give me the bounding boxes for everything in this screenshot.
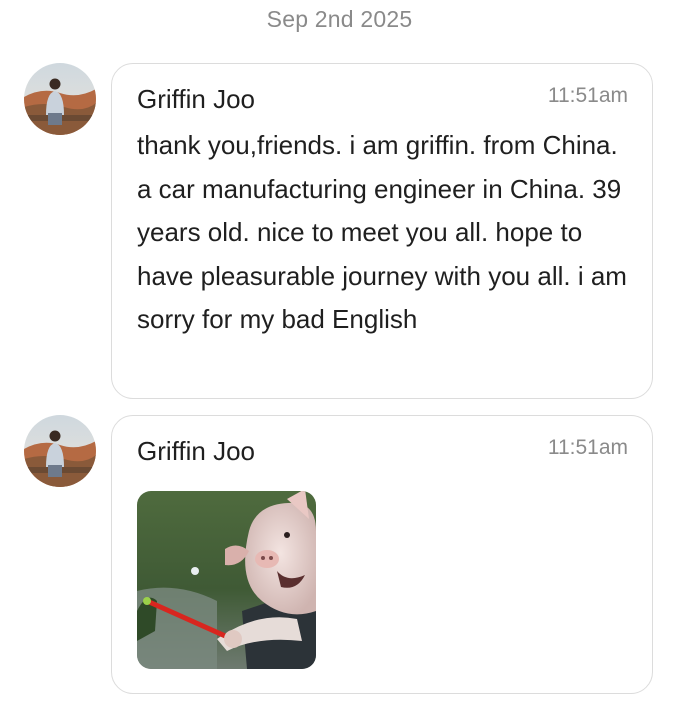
message-text: thank you,friends. i am griffin. from Ch… (137, 130, 627, 334)
gif-attachment[interactable] (137, 491, 316, 669)
message-time: 11:51am (547, 436, 628, 459)
sender-name[interactable]: Griffin Joo (137, 436, 255, 467)
avatar[interactable] (24, 63, 96, 135)
chat-view: Sep 2nd 2025 Griffin Joo 11:51am thank y… (0, 0, 679, 720)
avatar[interactable] (24, 415, 96, 487)
date-separator: Sep 2nd 2025 (266, 6, 413, 32)
message-time: 11:51am (547, 84, 628, 107)
message-bubble[interactable]: Griffin Joo 11:51am (111, 415, 653, 694)
sender-name[interactable]: Griffin Joo (137, 84, 255, 115)
message-bubble[interactable]: Griffin Joo 11:51am thank you,friends. i… (111, 63, 653, 399)
